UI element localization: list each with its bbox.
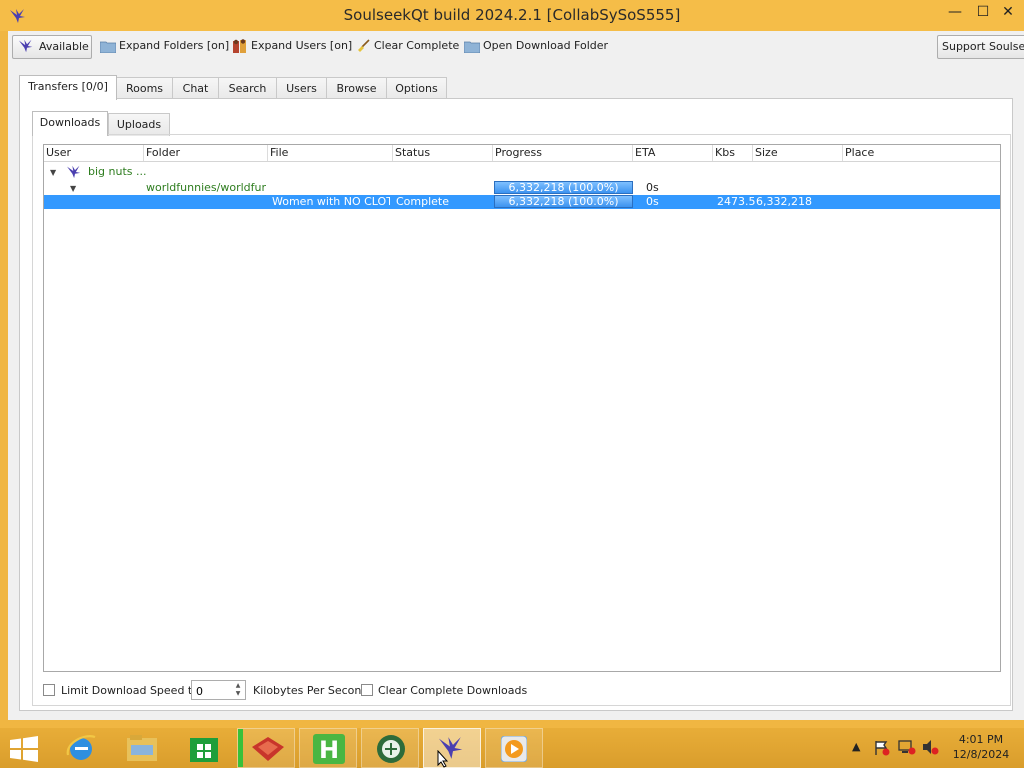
downloads-table: User Folder File Status Progress ETA Kbs…: [43, 144, 1001, 672]
close-button[interactable]: ✕: [992, 0, 1024, 24]
tab-uploads[interactable]: Uploads: [108, 113, 170, 136]
taskbar-app-red[interactable]: [237, 728, 295, 768]
status-bird-icon: [19, 39, 33, 53]
expand-folders-label: Expand Folders [on]: [119, 39, 230, 52]
speed-unit-label: Kilobytes Per Second: [253, 684, 369, 697]
collapse-arrow-icon[interactable]: ▼: [70, 182, 76, 196]
support-soulseek-button[interactable]: Support Soulseek: [937, 35, 1024, 59]
file-progress-bar: 6,332,218 (100.0%): [494, 195, 633, 208]
file-status: Complete: [396, 195, 450, 208]
volume-icon[interactable]: [922, 739, 940, 755]
file-kbs: 2473.5: [717, 195, 756, 208]
col-size[interactable]: Size: [753, 145, 843, 161]
action-center-icon[interactable]: [874, 740, 890, 756]
title-bar[interactable]: SoulseekQt build 2024.2.1 [CollabSySoS55…: [0, 0, 1024, 31]
file-explorer-icon: [127, 735, 157, 761]
progress-indicator: [238, 729, 243, 767]
user-bird-icon: [67, 165, 81, 179]
window-title: SoulseekQt build 2024.2.1 [CollabSySoS55…: [343, 6, 681, 24]
open-download-folder-button[interactable]: Open Download Folder: [464, 35, 608, 57]
user-name: big nuts ...: [88, 165, 147, 178]
expand-users-button[interactable]: Expand Users [on]: [232, 35, 352, 57]
tab-rooms[interactable]: Rooms: [116, 77, 173, 100]
folder-progress-bar: 6,332,218 (100.0%): [494, 181, 633, 194]
speed-limit-input[interactable]: [194, 682, 234, 700]
internet-explorer-icon: [66, 735, 96, 760]
col-eta[interactable]: ETA: [633, 145, 713, 161]
table-row-user[interactable]: ▼ big nuts ...: [44, 165, 1000, 179]
tab-users[interactable]: Users: [276, 77, 327, 100]
folder-icon: [100, 41, 116, 53]
taskbar-soulseek[interactable]: [423, 728, 481, 768]
folder-eta: 0s: [646, 181, 659, 194]
table-row-file[interactable]: Women with NO CLOT... Complete 6,332,218…: [44, 195, 1000, 209]
speed-limit-spinbox[interactable]: ▲ ▼: [191, 680, 246, 700]
tab-chat[interactable]: Chat: [172, 77, 219, 100]
col-file[interactable]: File: [268, 145, 393, 161]
clear-complete-label: Clear Complete: [374, 39, 460, 52]
tab-browse[interactable]: Browse: [326, 77, 387, 100]
red-app-icon: [252, 737, 284, 761]
tab-options[interactable]: Options: [386, 77, 447, 100]
start-windows-icon[interactable]: [10, 736, 38, 762]
globe-app-icon: [377, 735, 405, 763]
expand-folders-button[interactable]: Expand Folders [on]: [100, 35, 229, 57]
store-icon: [190, 738, 218, 762]
mouse-cursor-icon: [437, 750, 449, 768]
available-label: Available: [39, 40, 89, 53]
folder-icon: [464, 41, 480, 53]
table-header: User Folder File Status Progress ETA Kbs…: [44, 145, 1000, 162]
taskbar-explorer[interactable]: [113, 728, 171, 768]
taskbar-media-player[interactable]: [485, 728, 543, 768]
open-download-folder-label: Open Download Folder: [483, 39, 609, 52]
spin-arrows[interactable]: ▲ ▼: [232, 682, 244, 698]
taskbar-h-app[interactable]: H: [299, 728, 357, 768]
h-app-icon: H: [313, 734, 345, 764]
table-row-folder[interactable]: ▼ worldfunnies/worldfun... 6,332,218 (10…: [44, 181, 1000, 195]
broom-icon: [358, 39, 370, 52]
svg-text:H: H: [319, 736, 339, 764]
limit-speed-label: Limit Download Speed to: [61, 684, 199, 697]
tab-search[interactable]: Search: [218, 77, 277, 100]
clear-complete-button[interactable]: Clear Complete: [357, 35, 459, 57]
collapse-arrow-icon[interactable]: ▼: [50, 166, 56, 180]
clock-date: 12/8/2024: [952, 748, 1010, 761]
available-button[interactable]: Available: [12, 35, 92, 59]
spin-up-icon[interactable]: ▲: [232, 682, 244, 690]
col-folder[interactable]: Folder: [144, 145, 268, 161]
toolbar: Available Expand Folders [on] Expand Use…: [8, 31, 1024, 63]
clear-complete-downloads-checkbox[interactable]: [361, 684, 373, 696]
col-user[interactable]: User: [44, 145, 144, 161]
col-progress[interactable]: Progress: [493, 145, 633, 161]
col-kbs[interactable]: Kbs: [713, 145, 753, 161]
taskbar: H ▲ 4:01 PM 12/8/2024: [0, 728, 1024, 768]
limit-speed-checkbox[interactable]: [43, 684, 55, 696]
spin-down-icon[interactable]: ▼: [232, 690, 244, 698]
media-player-icon: [501, 736, 527, 762]
clock-time: 4:01 PM: [958, 733, 1004, 746]
file-name: Women with NO CLOT...: [272, 195, 390, 208]
taskbar-clock[interactable]: 4:01 PM 12/8/2024: [946, 732, 1016, 762]
network-icon[interactable]: [898, 739, 916, 755]
col-place[interactable]: Place: [843, 145, 1000, 161]
folder-name: worldfunnies/worldfun...: [146, 181, 266, 194]
tab-downloads[interactable]: Downloads: [32, 111, 108, 136]
taskbar-globe-app[interactable]: [361, 728, 419, 768]
expand-users-label: Expand Users [on]: [251, 39, 353, 52]
file-size: 6,332,218: [756, 195, 812, 208]
tab-transfers[interactable]: Transfers [0/0]: [19, 75, 117, 100]
clear-complete-downloads-label: Clear Complete Downloads: [378, 684, 528, 697]
col-status[interactable]: Status: [393, 145, 493, 161]
taskbar-store[interactable]: [175, 728, 233, 768]
show-hidden-icons[interactable]: ▲: [852, 740, 860, 768]
app-window: SoulseekQt build 2024.2.1 [CollabSySoS55…: [0, 0, 1024, 728]
file-eta: 0s: [646, 195, 659, 208]
taskbar-ie[interactable]: [52, 728, 110, 768]
users-icon: [233, 39, 246, 53]
